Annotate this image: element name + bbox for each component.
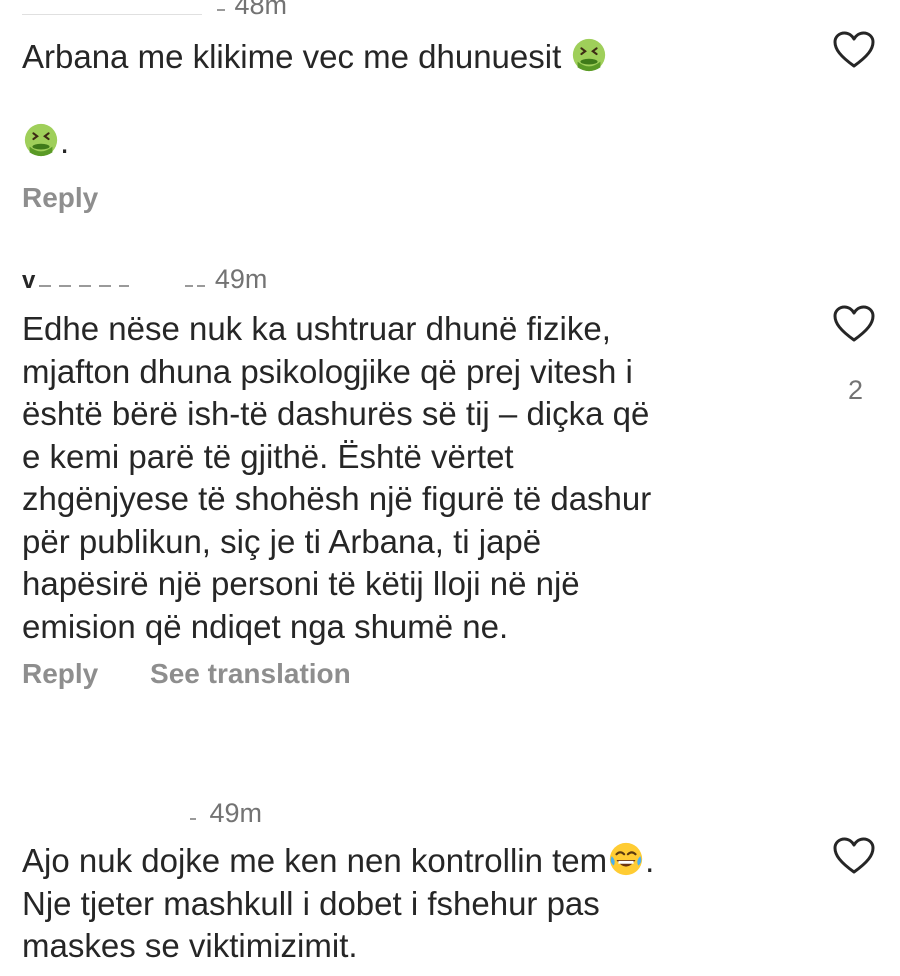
redacted-username [22, 796, 202, 830]
comment-body: Arbana me klikime vec me dhunuesit . Rep… [22, 36, 882, 214]
reply-button[interactable]: Reply [22, 658, 98, 689]
comment-text-suffix: . [60, 123, 70, 160]
face-with-tears-of-joy-icon [610, 842, 643, 876]
comment-time: 49m [209, 798, 263, 828]
comment-text-line: Arbana me klikime vec me dhunuesit [22, 38, 562, 75]
redacted-username [35, 262, 207, 296]
reply-button[interactable]: Reply [22, 182, 98, 213]
heart-icon[interactable] [832, 30, 876, 70]
comment: 48m [22, 0, 882, 22]
comment-meta: 48m [22, 0, 882, 22]
heart-icon[interactable] [832, 304, 876, 344]
comment-text: Arbana me klikime vec me dhunuesit . [22, 36, 812, 164]
comment-actions: Reply [22, 182, 882, 214]
comment-text-line: Ajo nuk dojke me ken nen kontrollin tem [22, 842, 608, 879]
comment-actions: Reply See translation [22, 658, 882, 690]
comment-meta: v 49m [22, 262, 882, 296]
comment-text: Ajo nuk dojke me ken nen kontrollin tem … [22, 840, 812, 968]
nauseated-face-icon [24, 123, 58, 157]
comment: 49m Ajo nuk dojke me ken nen kontrollin … [22, 796, 882, 968]
see-translation-button[interactable]: See translation [150, 658, 351, 689]
comment-text: Edhe nëse nuk ka ushtruar dhunë fizike, … [22, 310, 652, 645]
nauseated-face-icon [573, 38, 606, 72]
username-initial: v [22, 267, 36, 294]
heart-icon[interactable] [832, 836, 876, 876]
redacted-username [22, 0, 227, 22]
comment-text-rest: Nje tjeter mashkull i dobet i fshehur pa… [22, 884, 600, 965]
like-count: 2 [847, 375, 863, 405]
comment-text-suffix: . [645, 842, 655, 879]
comment-time: 49m [214, 264, 268, 294]
comment-time: 48m [234, 0, 288, 20]
comment-meta: 49m [22, 796, 882, 830]
comment: v 49m Edhe nëse nuk ka ushtruar dhunë fi… [22, 262, 882, 690]
